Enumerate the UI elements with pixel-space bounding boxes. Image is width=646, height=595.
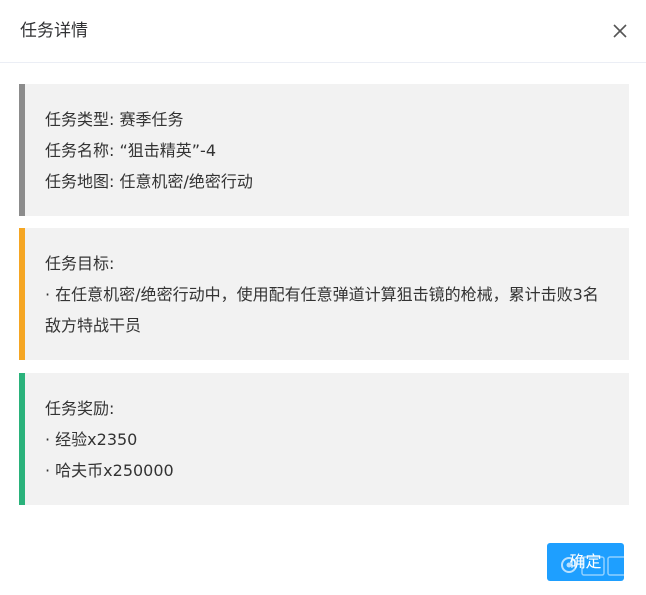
reward-heading: 任务奖励:	[45, 399, 115, 418]
reward-item: · 经验x2350	[45, 430, 138, 449]
task-type-line: 任务类型: 赛季任务	[45, 110, 184, 129]
task-name-line: 任务名称: “狙击精英”-4	[45, 141, 217, 160]
task-goal-card: 任务目标: · 在任意机密/绝密行动中，使用配有任意弹道计算狙击镜的枪械，累计击…	[19, 228, 629, 360]
task-info-card: 任务类型: 赛季任务 任务名称: “狙击精英”-4 任务地图: 任意机密/绝密行…	[19, 84, 629, 216]
reward-item: · 哈夫币x250000	[45, 461, 174, 480]
reward-accent-bar	[19, 373, 25, 505]
task-detail-dialog: 任务详情 任务类型: 赛季任务 任务名称: “狙击精英”-4 任务地图: 任意机…	[0, 0, 646, 595]
task-map-line: 任务地图: 任意机密/绝密行动	[45, 172, 253, 191]
close-icon[interactable]	[609, 20, 631, 42]
info-accent-bar	[19, 84, 25, 216]
dialog-title: 任务详情	[20, 21, 88, 41]
confirm-button-label: 确定	[569, 552, 602, 571]
task-reward-card: 任务奖励: · 经验x2350 · 哈夫币x250000	[19, 373, 629, 505]
dialog-header: 任务详情	[0, 0, 646, 63]
goal-accent-bar	[19, 228, 25, 360]
goal-text: · 在任意机密/绝密行动中，使用配有任意弹道计算狙击镜的枪械，累计击败3名敌方特…	[45, 285, 599, 335]
goal-heading: 任务目标:	[45, 254, 115, 273]
